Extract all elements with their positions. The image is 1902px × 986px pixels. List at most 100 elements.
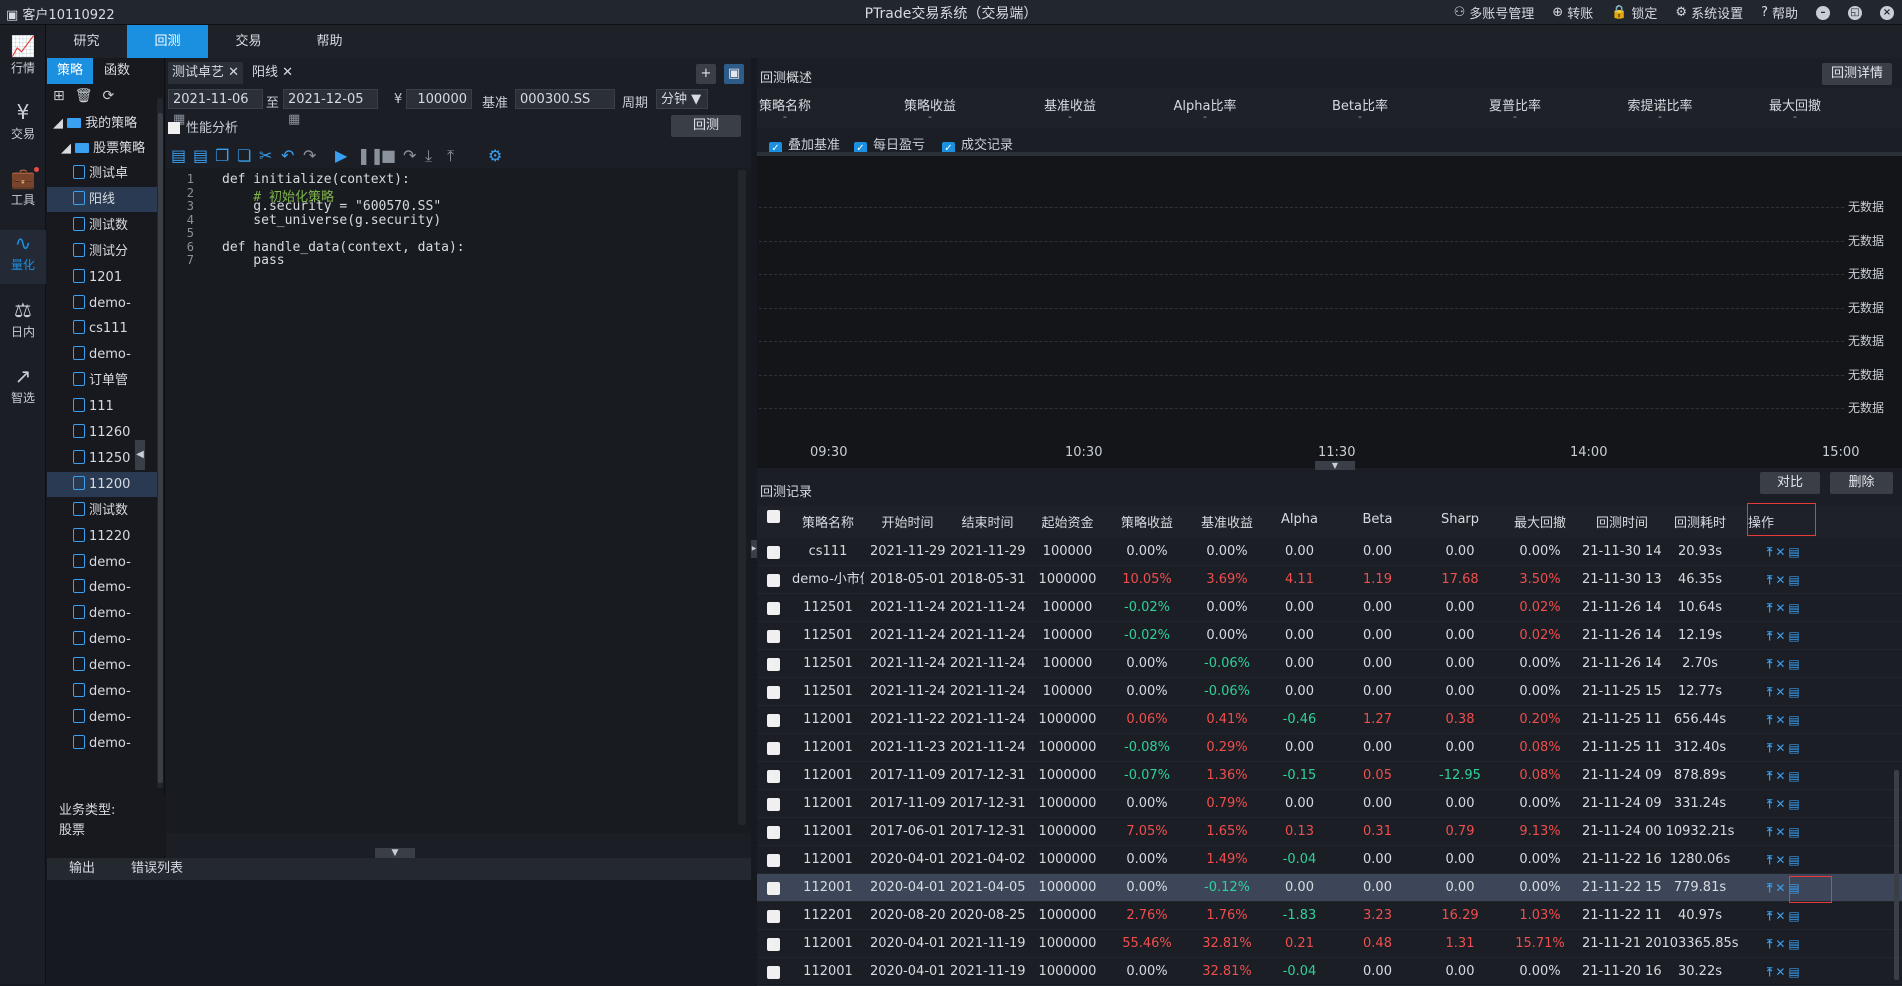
- cut-icon[interactable]: ✂: [259, 146, 272, 165]
- close-icon[interactable]: ✕: [1775, 825, 1785, 839]
- pin-icon[interactable]: ⤒: [1767, 741, 1772, 755]
- collapse-tree-icon[interactable]: ◀: [135, 440, 145, 470]
- column-header[interactable]: 结束时间: [950, 512, 1025, 531]
- tree-item[interactable]: demo-: [47, 679, 157, 704]
- row-checkbox[interactable]: [767, 966, 780, 979]
- close-icon[interactable]: ✕: [1775, 909, 1785, 923]
- column-header[interactable]: 回测耗时: [1660, 512, 1740, 531]
- nav-quant[interactable]: ∿ 量化: [0, 230, 46, 284]
- tree-item[interactable]: 1201: [47, 265, 157, 290]
- lock-button[interactable]: 🔒 锁定: [1611, 3, 1657, 22]
- detail-icon[interactable]: ▤: [1788, 825, 1799, 839]
- row-checkbox[interactable]: [767, 854, 780, 867]
- detail-icon[interactable]: ▤: [1788, 909, 1799, 923]
- row-checkbox[interactable]: [767, 938, 780, 951]
- benchmark-input[interactable]: 000300.SS: [515, 89, 615, 109]
- pin-icon[interactable]: ⤒: [1767, 573, 1772, 587]
- column-header[interactable]: Sharp: [1420, 512, 1500, 527]
- row-checkbox[interactable]: [767, 770, 780, 783]
- pin-icon[interactable]: ⤒: [1767, 657, 1772, 671]
- detail-icon[interactable]: ▤: [1788, 853, 1799, 867]
- row-checkbox[interactable]: [767, 602, 780, 615]
- compare-button[interactable]: 对比: [1760, 472, 1820, 494]
- detail-icon[interactable]: ▤: [1788, 573, 1799, 587]
- tree-item[interactable]: demo-: [47, 731, 157, 756]
- close-icon[interactable]: ✕: [1775, 629, 1785, 643]
- close-icon[interactable]: ✕: [1775, 545, 1785, 559]
- tree-item[interactable]: 测试分: [47, 239, 157, 264]
- pin-icon[interactable]: ⤒: [1767, 713, 1772, 727]
- close-icon[interactable]: ✕: [1775, 853, 1785, 867]
- settings-icon[interactable]: ⚙: [488, 146, 502, 165]
- tree-item[interactable]: 测试数: [47, 213, 157, 238]
- close-icon[interactable]: ✕: [1775, 937, 1785, 951]
- tree-item[interactable]: 测试数: [47, 498, 157, 523]
- tree-item[interactable]: demo-: [47, 601, 157, 626]
- close-icon[interactable]: ✕: [1775, 713, 1785, 727]
- settings-button[interactable]: ⚙ 系统设置: [1675, 3, 1743, 22]
- backtest-detail-button[interactable]: 回测详情: [1822, 63, 1892, 85]
- tab-research[interactable]: 研究: [46, 25, 127, 58]
- tree-item[interactable]: demo-: [47, 653, 157, 678]
- tab-backtest[interactable]: 回测: [127, 25, 208, 58]
- detail-icon[interactable]: ▤: [1788, 657, 1799, 671]
- start-date-field[interactable]: 2021-11-06 ▦: [168, 89, 263, 127]
- tree-item[interactable]: demo-: [47, 575, 157, 600]
- code-editor[interactable]: 1 def initialize(context): 2 # 初始化策略 3 g.se…: [166, 168, 751, 833]
- close-icon[interactable]: ✕: [228, 65, 239, 80]
- detail-icon[interactable]: ▤: [1788, 797, 1799, 811]
- play-icon[interactable]: ▶: [335, 146, 347, 165]
- nav-smart-pick[interactable]: ↗ 智选: [0, 363, 46, 415]
- detail-icon[interactable]: ▤: [1788, 769, 1799, 783]
- code-scrollbar[interactable]: [738, 170, 746, 825]
- pin-icon[interactable]: ⤒: [1767, 545, 1772, 559]
- nav-market[interactable]: 📈 行情: [0, 33, 46, 85]
- tree-item[interactable]: demo-: [47, 627, 157, 652]
- capital-input[interactable]: 100000: [406, 89, 472, 109]
- tree-item[interactable]: 订单管: [47, 368, 157, 393]
- editor-tab-2[interactable]: 阳线 ✕: [248, 62, 297, 84]
- column-header[interactable]: 最大回撤: [1500, 512, 1580, 531]
- pin-icon[interactable]: ⤒: [1767, 909, 1772, 923]
- column-header[interactable]: 开始时间: [870, 512, 945, 531]
- close-icon[interactable]: ✕: [1775, 769, 1785, 783]
- tree-folder[interactable]: ◢ 股票策略: [47, 136, 157, 161]
- copy-icon[interactable]: ❐: [215, 146, 229, 165]
- detail-icon[interactable]: ▤: [1788, 545, 1799, 559]
- undo-icon[interactable]: ↶: [281, 146, 294, 165]
- stop-icon[interactable]: ■: [381, 146, 396, 165]
- pin-icon[interactable]: ⤒: [1767, 825, 1772, 839]
- minimize-icon[interactable]: –: [1816, 5, 1830, 20]
- column-header[interactable]: Alpha: [1262, 512, 1337, 527]
- row-checkbox[interactable]: [767, 686, 780, 699]
- save-as-icon[interactable]: ▤: [193, 146, 208, 165]
- tree-root[interactable]: ◢ 我的策略: [47, 111, 157, 136]
- detail-icon[interactable]: ▤: [1788, 965, 1799, 979]
- close-icon[interactable]: ✕: [1775, 601, 1785, 615]
- detail-icon[interactable]: ▤: [1788, 629, 1799, 643]
- tab-help[interactable]: 帮助: [289, 25, 370, 58]
- editor-tab-1[interactable]: 测试卓艺 ✕: [168, 62, 244, 84]
- collapse-chart-icon[interactable]: ▼: [1315, 461, 1355, 470]
- pin-icon[interactable]: ⤒: [1767, 629, 1772, 643]
- detail-icon[interactable]: ▤: [1788, 741, 1799, 755]
- select-all-checkbox[interactable]: [767, 510, 780, 523]
- nav-trade[interactable]: ¥ 交易: [0, 99, 46, 151]
- row-checkbox[interactable]: [767, 882, 780, 895]
- tab-functions[interactable]: 函数: [94, 58, 140, 84]
- close-icon[interactable]: ✕: [1775, 797, 1785, 811]
- step-over-icon[interactable]: ↷: [403, 146, 416, 165]
- tree-item[interactable]: 11200: [47, 471, 157, 497]
- expand-left-icon[interactable]: ▶: [751, 540, 757, 558]
- row-checkbox[interactable]: [767, 798, 780, 811]
- tree-item[interactable]: demo-: [47, 550, 157, 575]
- close-icon[interactable]: ✕: [1775, 657, 1785, 671]
- column-header[interactable]: 策略名称: [792, 512, 864, 531]
- trash-icon[interactable]: 🗑: [75, 88, 93, 104]
- row-checkbox[interactable]: [767, 574, 780, 587]
- close-icon[interactable]: ✕: [1775, 965, 1785, 979]
- perf-analysis-checkbox[interactable]: 性能分析: [168, 117, 238, 136]
- save-icon[interactable]: ▤: [171, 146, 186, 165]
- period-select[interactable]: 分钟 ▼: [656, 89, 708, 109]
- column-header[interactable]: 回测时间: [1582, 512, 1662, 531]
